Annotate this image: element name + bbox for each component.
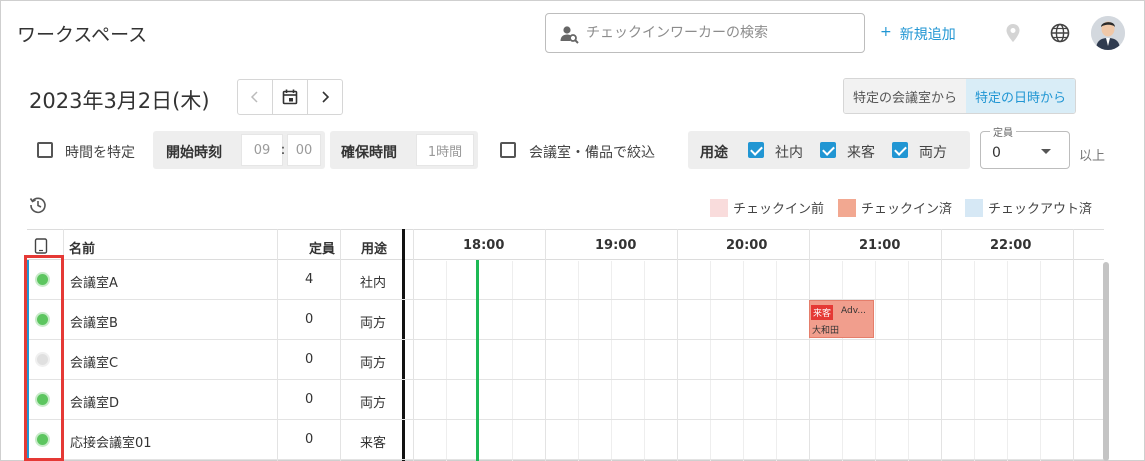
legend-checked-out: チェックアウト済 [965,198,1092,217]
legend-before-checkin: チェックイン前 [710,198,824,217]
room-capacity: 0 [305,432,314,447]
time-label-22: 22:00 [990,238,1032,253]
room-name: 会議室D [70,396,120,411]
room-name: 会議室B [70,316,118,331]
add-new-button[interactable]: + 新規追加 [880,24,956,44]
time-specific-checkbox[interactable] [37,142,53,158]
add-new-label: 新規追加 [899,27,956,43]
date-navigation [237,79,343,115]
start-time-group: 開始時刻 09 : 00 [153,131,325,169]
worker-search-input[interactable] [586,22,856,44]
room-usage: 来客 [360,436,387,451]
room-capacity: 4 [305,272,314,287]
column-name: 名前 [69,242,96,257]
time-specific-label: 時間を特定 [65,145,135,161]
room-usage: 両方 [360,356,387,371]
usage-label: 用途 [700,145,728,161]
capacity-legend: 定員 [990,124,1016,139]
table-header: 名前 定員 用途 18:00 19:00 20:00 21:00 22:00 [27,229,1104,260]
duration-group: 確保時間 1時間 [330,131,478,169]
room-capacity: 0 [305,312,314,327]
location-pin-icon[interactable] [1002,22,1024,44]
legend-label-before: チェックイン前 [733,202,825,217]
time-label-18: 18:00 [463,238,505,253]
usage-visitor-checkbox[interactable] [820,142,836,158]
room-capacity: 0 [305,392,314,407]
capacity-value: 0 [992,145,1001,161]
current-date: 2023年3月2日(木) [29,89,210,113]
usage-filter-group: 用途 社内 来客 両方 [688,131,970,169]
usage-internal-checkbox[interactable] [748,142,764,158]
from-room-tab[interactable]: 特定の会議室から [844,79,967,113]
narrow-by-room-label: 会議室・備品で絞込 [529,145,655,161]
chevron-right-icon [322,91,330,103]
table-row[interactable]: 会議室C 0 両方 [27,340,1104,380]
usage-internal-label: 社内 [775,145,803,161]
status-dot [37,314,48,325]
worker-search-box[interactable] [545,13,865,53]
room-name: 会議室C [70,356,119,371]
person-search-icon [560,26,579,44]
history-refresh-icon[interactable] [28,195,48,215]
time-label-20: 20:00 [726,238,768,253]
column-usage: 用途 [361,242,388,257]
app-title: ワークスペース [17,24,148,46]
legend-label-checked-out: チェックアウト済 [988,202,1093,217]
legend-label-checked-in: チェックイン済 [861,202,953,217]
user-avatar-image [1091,16,1125,50]
narrow-by-room-checkbox[interactable] [500,142,516,158]
prev-day-button[interactable] [238,80,273,114]
event-title: Adv... [841,306,866,316]
vertical-scrollbar[interactable] [1103,262,1109,461]
globe-icon[interactable] [1049,22,1071,44]
legend-swatch-before [710,198,728,217]
status-dot [37,354,48,365]
calendar-button[interactable] [273,80,308,114]
user-avatar[interactable] [1091,16,1125,50]
current-time-line [476,260,479,461]
legend-swatch-checked-out [965,198,983,217]
start-time-label: 開始時刻 [166,145,222,161]
capacity-suffix: 以上 [1079,149,1106,164]
event-type-badge: 来客 [811,305,834,320]
legend-swatch-checked-in [838,198,856,217]
status-dot [37,274,48,285]
time-label-19: 19:00 [595,238,637,253]
room-name: 応接会議室01 [70,436,152,451]
reservation-block[interactable]: 来客 Adv... 大和田 [809,300,874,338]
duration-label: 確保時間 [341,145,397,161]
tablet-icon [34,238,48,254]
selection-bar [27,260,29,461]
table-row[interactable]: 会議室D 0 両方 [27,380,1104,420]
start-minute-field[interactable]: 00 [287,134,321,166]
usage-visitor-label: 来客 [847,145,875,161]
usage-both-checkbox[interactable] [892,142,908,158]
capacity-select[interactable]: 定員 0 [980,124,1070,169]
dropdown-arrow-icon [1041,149,1051,154]
status-dot [37,394,48,405]
chevron-left-icon [250,91,258,103]
room-capacity: 0 [305,352,314,367]
time-label-21: 21:00 [859,238,901,253]
room-usage: 両方 [360,396,387,411]
from-datetime-tab[interactable]: 特定の日時から [966,79,1076,113]
room-usage: 社内 [360,276,387,291]
duration-field[interactable]: 1時間 [416,134,474,166]
table-row[interactable]: 会議室B 0 両方 [27,300,1104,340]
table-row[interactable]: 会議室A 4 社内 [27,260,1104,300]
column-capacity: 定員 [309,242,336,257]
status-dot [37,434,48,445]
search-mode-toggle: 特定の会議室から 特定の日時から [843,78,1077,114]
next-day-button[interactable] [308,80,342,114]
event-person: 大和田 [812,326,840,336]
plus-icon: + [880,24,892,40]
room-usage: 両方 [360,316,387,331]
table-row[interactable]: 応接会議室01 0 来客 [27,420,1104,460]
usage-both-label: 両方 [919,145,947,161]
room-name: 会議室A [70,276,118,291]
calendar-icon [282,89,298,105]
legend-checked-in: チェックイン済 [838,198,952,217]
